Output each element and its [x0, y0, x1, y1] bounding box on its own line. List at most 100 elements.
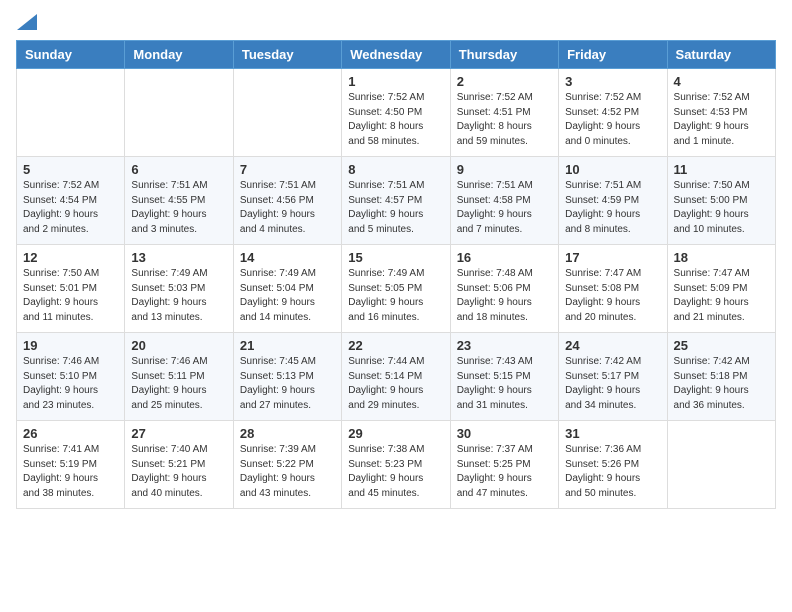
- day-info: Sunrise: 7:52 AM Sunset: 4:53 PM Dayligh…: [674, 91, 769, 149]
- day-number: 17: [565, 250, 660, 265]
- calendar-cell: 25 Sunrise: 7:42 AM Sunset: 5:18 PM Dayli…: [667, 333, 775, 421]
- day-info: Sunrise: 7:50 AM Sunset: 5:01 PM Dayligh…: [23, 267, 118, 325]
- calendar-cell: 5Sunrise: 7:52 AM Sunset: 4:54 PM Daylig…: [17, 157, 125, 245]
- day-number: 14: [240, 250, 335, 265]
- day-number: 11: [674, 162, 769, 177]
- day-number: 18: [674, 250, 769, 265]
- calendar-cell: 19 Sunrise: 7:46 AM Sunset: 5:10 PM Dayli…: [17, 333, 125, 421]
- calendar-cell: 9Sunrise: 7:51 AM Sunset: 4:58 PM Daylig…: [450, 157, 558, 245]
- calendar-cell: 8 Sunrise: 7:51 AM Sunset: 4:57 PM Daylig…: [342, 157, 450, 245]
- logo: [16, 16, 37, 28]
- calendar-cell: [667, 421, 775, 509]
- calendar-cell: 2 Sunrise: 7:52 AM Sunset: 4:51 PM Daylig…: [450, 69, 558, 157]
- day-number: 15: [348, 250, 443, 265]
- day-info: Sunrise: 7:44 AM Sunset: 5:14 PM Dayligh…: [348, 355, 443, 413]
- calendar-cell: 16 Sunrise: 7:48 AM Sunset: 5:06 PM Dayli…: [450, 245, 558, 333]
- calendar-week-4: 19 Sunrise: 7:46 AM Sunset: 5:10 PM Dayli…: [17, 333, 776, 421]
- day-info: Sunrise: 7:51 AM Sunset: 4:56 PM Dayligh…: [240, 179, 335, 237]
- day-info: Sunrise: 7:49 AM Sunset: 5:03 PM Dayligh…: [131, 267, 226, 325]
- day-info: Sunrise: 7:52 AM Sunset: 4:54 PM Dayligh…: [23, 179, 118, 237]
- day-number: 21: [240, 338, 335, 353]
- day-info: Sunrise: 7:41 AM Sunset: 5:19 PM Dayligh…: [23, 443, 118, 501]
- day-number: 13: [131, 250, 226, 265]
- calendar-cell: [17, 69, 125, 157]
- day-info: Sunrise: 7:42 AM Sunset: 5:17 PM Dayligh…: [565, 355, 660, 413]
- calendar-cell: 15 Sunrise: 7:49 AM Sunset: 5:05 PM Dayli…: [342, 245, 450, 333]
- calendar-cell: 23 Sunrise: 7:43 AM Sunset: 5:15 PM Dayli…: [450, 333, 558, 421]
- calendar-week-5: 26 Sunrise: 7:41 AM Sunset: 5:19 PM Dayli…: [17, 421, 776, 509]
- day-info: Sunrise: 7:51 AM Sunset: 4:57 PM Dayligh…: [348, 179, 443, 237]
- calendar-cell: 7 Sunrise: 7:51 AM Sunset: 4:56 PM Daylig…: [233, 157, 341, 245]
- calendar-cell: 21 Sunrise: 7:45 AM Sunset: 5:13 PM Dayli…: [233, 333, 341, 421]
- day-info: Sunrise: 7:52 AM Sunset: 4:50 PM Dayligh…: [348, 91, 443, 149]
- day-number: 25: [674, 338, 769, 353]
- day-info: Sunrise: 7:48 AM Sunset: 5:06 PM Dayligh…: [457, 267, 552, 325]
- calendar-week-2: 5Sunrise: 7:52 AM Sunset: 4:54 PM Daylig…: [17, 157, 776, 245]
- day-number: 3: [565, 74, 660, 89]
- day-number: 4: [674, 74, 769, 89]
- logo-icon: [17, 14, 37, 30]
- day-number: 20: [131, 338, 226, 353]
- day-number: 2: [457, 74, 552, 89]
- day-info: Sunrise: 7:51 AM Sunset: 4:55 PM Dayligh…: [131, 179, 226, 237]
- day-number: 6: [131, 162, 226, 177]
- day-info: Sunrise: 7:37 AM Sunset: 5:25 PM Dayligh…: [457, 443, 552, 501]
- day-info: Sunrise: 7:39 AM Sunset: 5:22 PM Dayligh…: [240, 443, 335, 501]
- day-number: 7: [240, 162, 335, 177]
- day-info: Sunrise: 7:43 AM Sunset: 5:15 PM Dayligh…: [457, 355, 552, 413]
- calendar-cell: 17 Sunrise: 7:47 AM Sunset: 5:08 PM Dayli…: [559, 245, 667, 333]
- calendar-cell: 29 Sunrise: 7:38 AM Sunset: 5:23 PM Dayli…: [342, 421, 450, 509]
- calendar-cell: 12 Sunrise: 7:50 AM Sunset: 5:01 PM Dayli…: [17, 245, 125, 333]
- calendar-cell: [233, 69, 341, 157]
- day-info: Sunrise: 7:49 AM Sunset: 5:05 PM Dayligh…: [348, 267, 443, 325]
- day-info: Sunrise: 7:46 AM Sunset: 5:10 PM Dayligh…: [23, 355, 118, 413]
- calendar-cell: 6 Sunrise: 7:51 AM Sunset: 4:55 PM Daylig…: [125, 157, 233, 245]
- day-number: 1: [348, 74, 443, 89]
- day-info: Sunrise: 7:50 AM Sunset: 5:00 PM Dayligh…: [674, 179, 769, 237]
- day-number: 29: [348, 426, 443, 441]
- day-info: Sunrise: 7:42 AM Sunset: 5:18 PM Dayligh…: [674, 355, 769, 413]
- calendar-cell: 18 Sunrise: 7:47 AM Sunset: 5:09 PM Dayli…: [667, 245, 775, 333]
- weekday-row: SundayMondayTuesdayWednesdayThursdayFrid…: [17, 41, 776, 69]
- calendar-cell: 11 Sunrise: 7:50 AM Sunset: 5:00 PM Dayli…: [667, 157, 775, 245]
- day-number: 10: [565, 162, 660, 177]
- day-number: 8: [348, 162, 443, 177]
- day-number: 28: [240, 426, 335, 441]
- day-number: 26: [23, 426, 118, 441]
- calendar-cell: 28 Sunrise: 7:39 AM Sunset: 5:22 PM Dayli…: [233, 421, 341, 509]
- day-info: Sunrise: 7:52 AM Sunset: 4:52 PM Dayligh…: [565, 91, 660, 149]
- day-info: Sunrise: 7:46 AM Sunset: 5:11 PM Dayligh…: [131, 355, 226, 413]
- page-header: [16, 16, 776, 28]
- calendar-cell: 22 Sunrise: 7:44 AM Sunset: 5:14 PM Dayli…: [342, 333, 450, 421]
- day-number: 27: [131, 426, 226, 441]
- calendar-body: 1 Sunrise: 7:52 AM Sunset: 4:50 PM Daylig…: [17, 69, 776, 509]
- calendar-week-3: 12 Sunrise: 7:50 AM Sunset: 5:01 PM Dayli…: [17, 245, 776, 333]
- day-info: Sunrise: 7:51 AM Sunset: 4:59 PM Dayligh…: [565, 179, 660, 237]
- weekday-header-thursday: Thursday: [450, 41, 558, 69]
- day-number: 19: [23, 338, 118, 353]
- day-info: Sunrise: 7:38 AM Sunset: 5:23 PM Dayligh…: [348, 443, 443, 501]
- weekday-header-monday: Monday: [125, 41, 233, 69]
- day-info: Sunrise: 7:52 AM Sunset: 4:51 PM Dayligh…: [457, 91, 552, 149]
- day-number: 16: [457, 250, 552, 265]
- weekday-header-tuesday: Tuesday: [233, 41, 341, 69]
- calendar-week-1: 1 Sunrise: 7:52 AM Sunset: 4:50 PM Daylig…: [17, 69, 776, 157]
- day-number: 23: [457, 338, 552, 353]
- day-info: Sunrise: 7:51 AM Sunset: 4:58 PM Dayligh…: [457, 179, 552, 237]
- day-number: 22: [348, 338, 443, 353]
- calendar-cell: 31Sunrise: 7:36 AM Sunset: 5:26 PM Dayli…: [559, 421, 667, 509]
- calendar-cell: 24 Sunrise: 7:42 AM Sunset: 5:17 PM Dayli…: [559, 333, 667, 421]
- calendar-cell: 27Sunrise: 7:40 AM Sunset: 5:21 PM Dayli…: [125, 421, 233, 509]
- calendar-cell: 1 Sunrise: 7:52 AM Sunset: 4:50 PM Daylig…: [342, 69, 450, 157]
- day-info: Sunrise: 7:47 AM Sunset: 5:08 PM Dayligh…: [565, 267, 660, 325]
- calendar-cell: 4 Sunrise: 7:52 AM Sunset: 4:53 PM Daylig…: [667, 69, 775, 157]
- calendar-cell: 30Sunrise: 7:37 AM Sunset: 5:25 PM Dayli…: [450, 421, 558, 509]
- day-info: Sunrise: 7:47 AM Sunset: 5:09 PM Dayligh…: [674, 267, 769, 325]
- day-number: 12: [23, 250, 118, 265]
- day-number: 24: [565, 338, 660, 353]
- day-info: Sunrise: 7:45 AM Sunset: 5:13 PM Dayligh…: [240, 355, 335, 413]
- calendar-cell: 26 Sunrise: 7:41 AM Sunset: 5:19 PM Dayli…: [17, 421, 125, 509]
- day-number: 31: [565, 426, 660, 441]
- calendar-cell: 13 Sunrise: 7:49 AM Sunset: 5:03 PM Dayli…: [125, 245, 233, 333]
- calendar-cell: 3 Sunrise: 7:52 AM Sunset: 4:52 PM Daylig…: [559, 69, 667, 157]
